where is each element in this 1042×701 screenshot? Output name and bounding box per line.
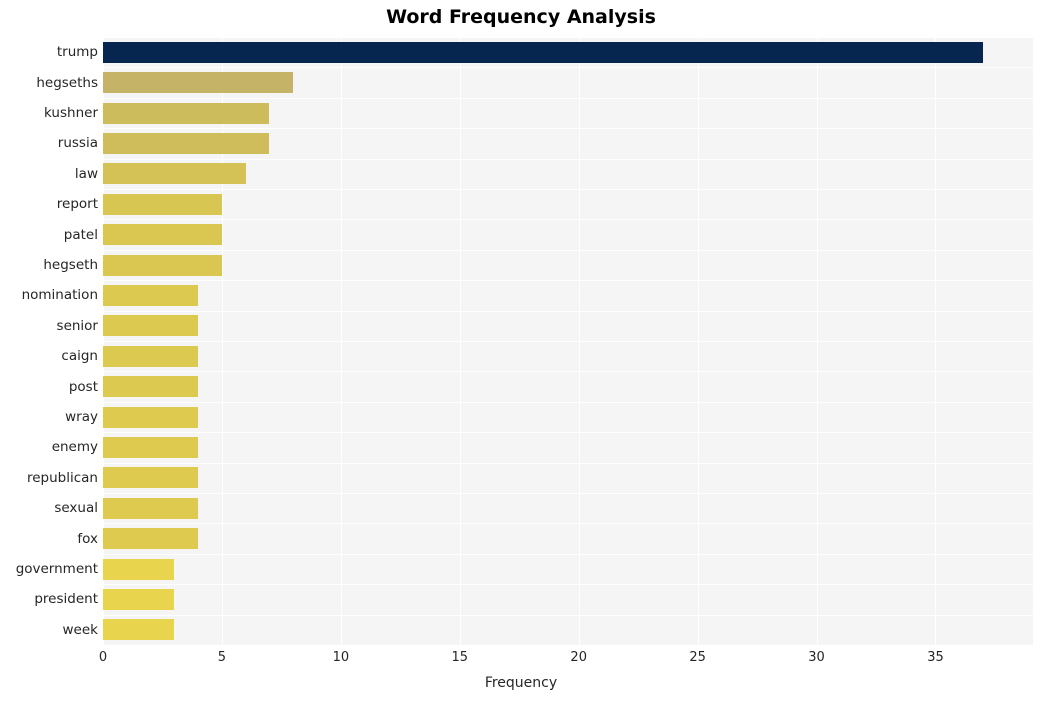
y-tick-label: president bbox=[34, 591, 98, 608]
y-gridline bbox=[103, 128, 1033, 130]
y-tick-label: wray bbox=[65, 409, 98, 425]
bar[interactable] bbox=[103, 467, 199, 489]
y-gridline bbox=[103, 219, 1033, 221]
y-gridline bbox=[103, 462, 1033, 464]
x-tick-label: 20 bbox=[570, 650, 587, 665]
y-tick-label: patel bbox=[63, 226, 98, 243]
y-tick-label: enemy bbox=[51, 439, 98, 456]
y-tick-label: senior bbox=[56, 317, 98, 334]
bar[interactable] bbox=[103, 132, 270, 154]
y-gridline bbox=[103, 97, 1033, 99]
bar[interactable] bbox=[103, 193, 222, 215]
y-tick-label: trump bbox=[56, 44, 98, 61]
bar[interactable] bbox=[103, 72, 294, 94]
y-gridline bbox=[103, 493, 1033, 494]
bar[interactable] bbox=[103, 406, 199, 428]
y-tick-label: caign bbox=[61, 348, 98, 365]
y-axis-tick-labels: trump hegseths kushner russia law report patel… bbox=[0, 37, 98, 645]
x-tick-label: 5 bbox=[217, 650, 227, 665]
y-tick-label: hegseth bbox=[43, 257, 98, 273]
x-tick-label: 15 bbox=[451, 650, 469, 665]
y-gridline bbox=[103, 341, 1033, 342]
y-tick-label: government bbox=[15, 561, 98, 577]
y-tick-label: report bbox=[56, 196, 98, 213]
bar[interactable] bbox=[103, 558, 175, 580]
y-gridline bbox=[103, 553, 1033, 555]
bar[interactable] bbox=[103, 588, 175, 610]
y-gridline bbox=[103, 280, 1033, 282]
y-gridline bbox=[103, 249, 1033, 251]
bar[interactable] bbox=[103, 345, 199, 367]
y-gridline bbox=[103, 523, 1033, 525]
x-tick-label: 30 bbox=[808, 650, 825, 665]
y-gridline bbox=[103, 371, 1033, 373]
y-tick-label: kushner bbox=[44, 105, 98, 121]
bar[interactable] bbox=[103, 284, 199, 306]
y-gridline bbox=[103, 584, 1033, 586]
bar[interactable] bbox=[103, 497, 199, 519]
bar[interactable] bbox=[103, 619, 175, 641]
bar[interactable] bbox=[103, 102, 270, 124]
bar[interactable] bbox=[103, 528, 199, 550]
x-tick-label: 10 bbox=[332, 650, 350, 665]
bar[interactable] bbox=[103, 254, 222, 276]
bar[interactable] bbox=[103, 224, 222, 246]
bar[interactable] bbox=[103, 163, 246, 185]
y-tick-label: law bbox=[74, 165, 98, 182]
y-tick-label: nomination bbox=[21, 287, 98, 304]
x-axis-title: Frequency bbox=[484, 675, 558, 691]
y-gridline bbox=[103, 67, 1033, 69]
y-tick-label: republican bbox=[26, 469, 98, 486]
x-tick-label: 0 bbox=[98, 650, 108, 665]
bar[interactable] bbox=[103, 436, 199, 458]
y-gridline bbox=[103, 432, 1033, 434]
x-tick-label: 25 bbox=[689, 650, 706, 665]
chart-title: Word Frequency Analysis bbox=[386, 6, 656, 28]
y-gridline bbox=[103, 37, 1033, 38]
y-gridline bbox=[103, 189, 1033, 190]
y-tick-label: sexual bbox=[54, 500, 98, 517]
y-gridline bbox=[103, 158, 1033, 160]
y-tick-label: hegseths bbox=[36, 74, 98, 91]
bar[interactable] bbox=[103, 41, 984, 63]
y-tick-label: russia bbox=[57, 135, 98, 152]
y-tick-label: fox bbox=[77, 530, 98, 547]
bar[interactable] bbox=[103, 376, 199, 398]
y-tick-label: week bbox=[62, 621, 98, 638]
y-tick-label: post bbox=[68, 378, 98, 395]
y-gridline bbox=[103, 401, 1033, 403]
bar[interactable] bbox=[103, 315, 199, 337]
x-axis-tick-labels: 0 5 10 15 20 25 30 35 bbox=[0, 650, 1042, 670]
word-frequency-chart: Word Frequency Analysis trump hegseths kus… bbox=[0, 0, 1042, 701]
y-gridline bbox=[103, 310, 1033, 312]
y-gridline bbox=[103, 614, 1033, 616]
x-tick-label: 35 bbox=[927, 650, 944, 665]
plot-area bbox=[103, 37, 1033, 645]
